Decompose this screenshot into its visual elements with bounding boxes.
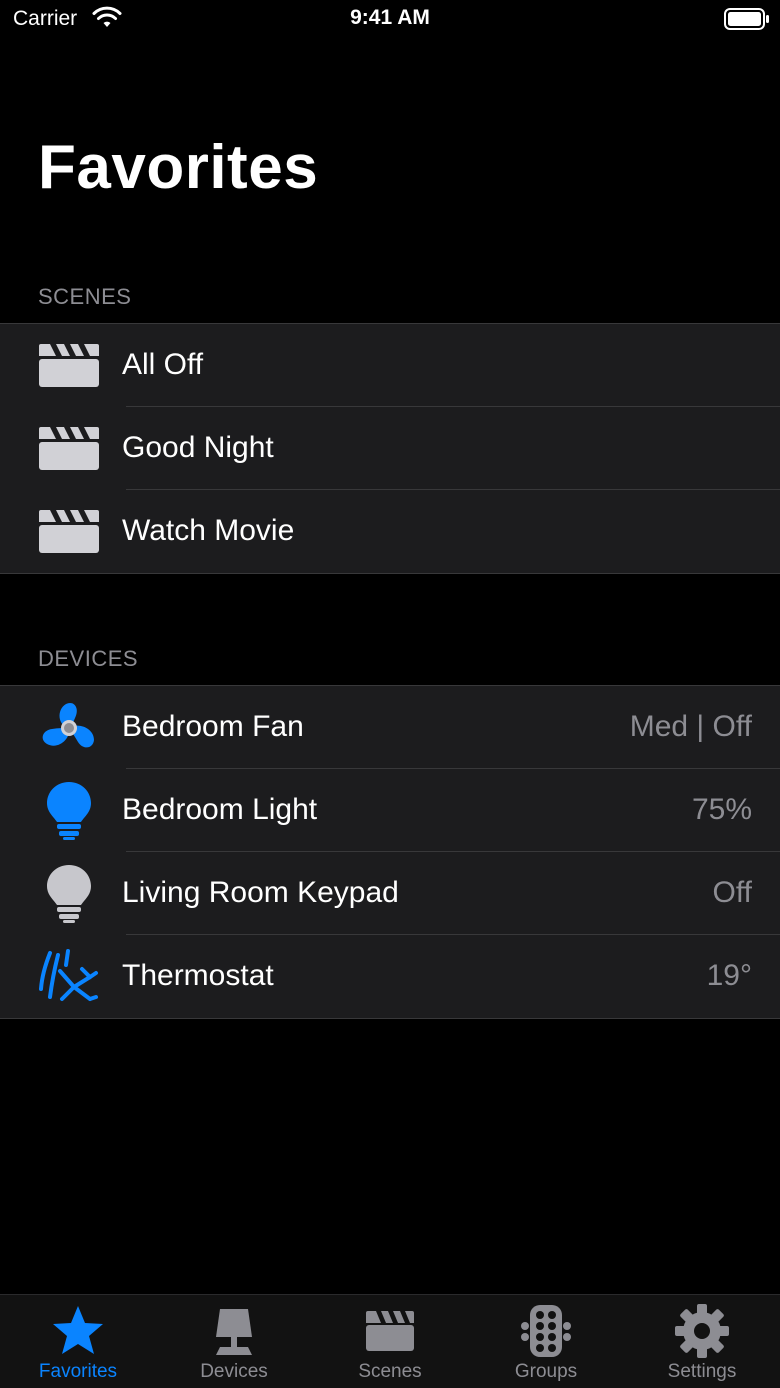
lightbulb-on-icon [47, 782, 91, 840]
device-status: 19° [706, 959, 752, 992]
device-status: Off [712, 876, 752, 909]
tab-label: Groups [514, 1361, 578, 1382]
tab-label: Favorites [38, 1361, 118, 1382]
lightbulb-off-icon [47, 865, 91, 923]
tab-favorites[interactable]: Favorites [0, 1295, 156, 1388]
fan-icon [42, 702, 94, 748]
tab-label: Scenes [358, 1361, 422, 1382]
device-status: 75% [691, 793, 752, 826]
clapperboard-icon [39, 344, 99, 387]
page-title: Favorites [38, 133, 319, 202]
devices-list: Bedroom Fan Med | Off Bedroom Light 75% … [0, 685, 780, 1019]
clapperboard-icon [39, 510, 99, 553]
scenes-section-header: SCENES [38, 284, 132, 309]
device-row-bedroom-fan[interactable]: Bedroom Fan Med | Off [0, 686, 780, 769]
thermostat-icon [39, 949, 98, 1001]
star-icon [53, 1306, 103, 1354]
device-label: Bedroom Fan [122, 710, 304, 743]
device-label: Bedroom Light [122, 793, 318, 826]
tab-label: Devices [200, 1361, 268, 1382]
scene-row-all-off[interactable]: All Off [0, 324, 780, 407]
clapperboard-icon [366, 1311, 414, 1351]
device-label: Living Room Keypad [122, 876, 399, 909]
tab-devices[interactable]: Devices [156, 1295, 312, 1388]
tab-bar: Favorites Devices Scenes Groups Settings [0, 1294, 780, 1388]
scene-row-watch-movie[interactable]: Watch Movie [0, 490, 780, 573]
tab-scenes[interactable]: Scenes [312, 1295, 468, 1388]
scene-label: Good Night [122, 431, 274, 464]
lamp-icon [216, 1309, 252, 1355]
scene-row-good-night[interactable]: Good Night [0, 407, 780, 490]
scenes-list: All Off Good Night Watch Movie [0, 323, 780, 574]
device-label: Thermostat [122, 959, 274, 992]
device-status: Med | Off [629, 710, 752, 743]
gear-icon [675, 1304, 729, 1358]
device-row-thermostat[interactable]: Thermostat 19° [0, 935, 780, 1018]
status-bar: Carrier 9:41 AM [0, 0, 780, 40]
tab-settings[interactable]: Settings [624, 1295, 780, 1388]
clapperboard-icon [39, 427, 99, 470]
battery-icon [724, 8, 769, 30]
status-time: 9:41 AM [350, 6, 430, 29]
grid-dots-icon [521, 1305, 571, 1357]
scene-label: Watch Movie [122, 514, 295, 547]
scene-label: All Off [122, 348, 204, 381]
tab-label: Settings [667, 1361, 737, 1382]
tab-groups[interactable]: Groups [468, 1295, 624, 1388]
device-row-living-room-keypad[interactable]: Living Room Keypad Off [0, 852, 780, 935]
devices-section-header: DEVICES [38, 646, 139, 671]
device-row-bedroom-light[interactable]: Bedroom Light 75% [0, 769, 780, 852]
